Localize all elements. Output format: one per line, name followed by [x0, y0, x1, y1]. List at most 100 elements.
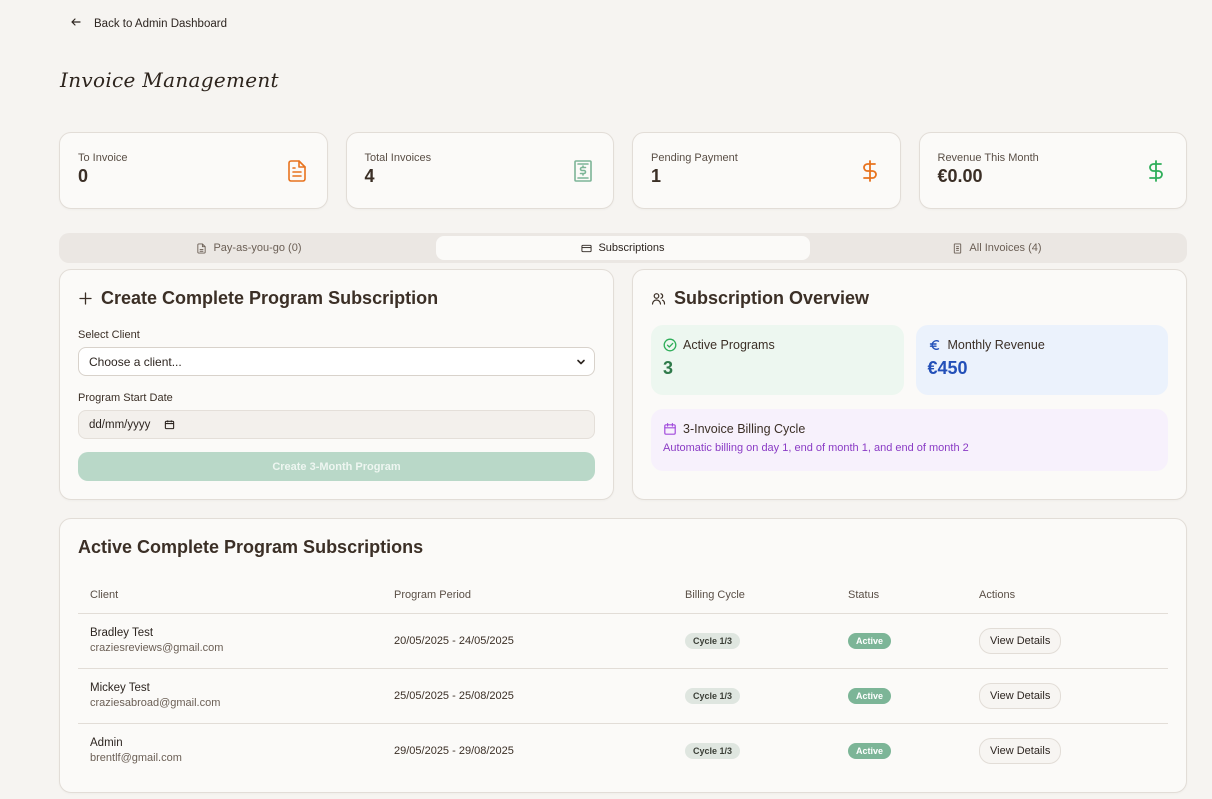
table-row: Bradley Test craziesreviews@gmail.com 20… [78, 613, 1168, 669]
column-header-actions: Actions [967, 578, 1168, 614]
tab-label: All Invoices (4) [969, 242, 1042, 254]
billing-cycle-cell: Cycle 1/3 [673, 723, 836, 778]
create-program-button[interactable]: Create 3-Month Program [78, 452, 595, 481]
active-programs-value: 3 [663, 358, 674, 378]
receipt-icon [954, 242, 962, 254]
table-row: Admin brentlf@gmail.com 29/05/2025 - 29/… [78, 723, 1168, 778]
page-title: Invoice Management [60, 68, 279, 92]
cycle-badge: Cycle 1/3 [685, 632, 741, 649]
dollar-icon [1149, 160, 1163, 182]
program-period: 29/05/2025 - 29/08/2025 [394, 744, 514, 757]
date-placeholder: dd/mm/yyyy [89, 418, 151, 431]
view-details-button[interactable]: View Details [979, 682, 1062, 709]
back-link-label: Back to Admin Dashboard [94, 17, 227, 30]
client-cell: Admin brentlf@gmail.com [78, 723, 382, 778]
billing-cycle-header: 3-Invoice Billing Cycle [663, 422, 1156, 436]
monthly-revenue-header: Monthly Revenue [928, 338, 1157, 352]
client-name: Mickey Test [90, 682, 150, 694]
active-programs-header: Active Programs [663, 338, 892, 352]
back-to-dashboard-link[interactable]: Back to Admin Dashboard [70, 16, 227, 31]
table-row: Mickey Test craziesabroad@gmail.com 25/0… [78, 668, 1168, 724]
overview-metrics: Active Programs 3 Monthly Revenue €450 [651, 325, 1168, 395]
stat-label: Pending Payment [651, 152, 738, 164]
client-name: Admin [90, 737, 123, 750]
stat-value: €0.00 [937, 166, 983, 186]
stat-value: 4 [364, 166, 375, 186]
stat-value: 1 [651, 166, 662, 186]
client-cell: Mickey Test craziesabroad@gmail.com [78, 668, 382, 724]
dollar-icon [862, 160, 877, 182]
client-select[interactable]: Choose a client... [78, 347, 595, 376]
tab-label: Subscriptions [598, 242, 665, 254]
cycle-badge: Cycle 1/3 [685, 687, 741, 704]
start-date-field-label: Program Start Date [78, 392, 173, 404]
client-cell: Bradley Test craziesreviews@gmail.com [78, 613, 382, 669]
stat-card-revenue-month: Revenue This Month €0.00 [918, 132, 1187, 209]
active-subscriptions-panel: Active Complete Program Subscriptions Cl… [59, 518, 1187, 793]
credit-card-icon [581, 244, 593, 252]
arrow-left-icon [70, 16, 82, 31]
actions-cell: View Details [967, 613, 1168, 669]
status-cell: Active [836, 613, 967, 669]
billing-cycle-card: 3-Invoice Billing Cycle Automatic billin… [651, 409, 1168, 471]
client-email: craziesreviews@gmail.com [90, 642, 224, 654]
monthly-revenue-card: Monthly Revenue €450 [915, 325, 1168, 395]
client-email: craziesabroad@gmail.com [90, 697, 221, 709]
billing-cycle-description: Automatic billing on day 1, end of month… [663, 442, 969, 454]
subscription-overview-panel: Subscription Overview Active Programs 3 … [632, 269, 1187, 500]
status-badge: Active [848, 742, 892, 759]
view-details-button[interactable]: View Details [979, 737, 1062, 764]
cycle-badge: Cycle 1/3 [685, 742, 741, 759]
status-cell: Active [836, 723, 967, 778]
client-email: brentlf@gmail.com [90, 752, 182, 765]
client-select-value: Choose a client... [89, 354, 182, 369]
subscriptions-table: Client Program Period Billing Cycle Stat… [78, 578, 1168, 778]
file-text-icon [287, 160, 306, 182]
column-header-client: Client [78, 578, 382, 614]
program-period: 20/05/2025 - 24/05/2025 [382, 613, 673, 669]
create-panel-title: Create Complete Program Subscription [78, 288, 595, 309]
view-details-button[interactable]: View Details [979, 627, 1062, 654]
tab-pay-as-you-go[interactable]: Pay-as-you-go (0) [62, 236, 436, 260]
tab-subscriptions[interactable]: Subscriptions [436, 236, 810, 260]
table-header-row: Client Program Period Billing Cycle Stat… [78, 578, 1168, 614]
overview-panel-title: Subscription Overview [651, 288, 1168, 309]
monthly-revenue-label: Monthly Revenue [947, 338, 1045, 352]
stat-label: Revenue This Month [937, 152, 1039, 164]
create-panel-title-text: Create Complete Program Subscription [101, 288, 439, 308]
column-header-billing-cycle: Billing Cycle [673, 578, 836, 614]
monthly-revenue-value: €450 [927, 358, 968, 378]
billing-cycle-cell: Cycle 1/3 [673, 613, 836, 669]
start-date-input[interactable]: dd/mm/yyyy [78, 410, 595, 439]
status-cell: Active [836, 668, 967, 724]
calendar-icon [664, 423, 676, 435]
stat-card-total-invoices: Total Invoices 4 [345, 132, 614, 209]
euro-icon [929, 340, 939, 350]
column-header-status: Status [836, 578, 967, 614]
chevron-down-icon [577, 359, 585, 364]
active-programs-card: Active Programs 3 [651, 325, 904, 395]
status-badge: Active [848, 687, 892, 704]
stat-value: 0 [78, 166, 89, 186]
program-period: 25/05/2025 - 25/08/2025 [382, 668, 673, 724]
billing-cycle-title: 3-Invoice Billing Cycle [683, 422, 806, 436]
client-field-label: Select Client [78, 329, 140, 341]
plus-icon [79, 292, 92, 305]
actions-cell: View Details [967, 723, 1168, 778]
tab-all-invoices[interactable]: All Invoices (4) [810, 236, 1184, 260]
calendar-icon[interactable] [164, 419, 175, 430]
billing-cycle-cell: Cycle 1/3 [673, 668, 836, 724]
overview-panel-title-text: Subscription Overview [674, 288, 870, 308]
active-programs-label: Active Programs [683, 338, 775, 352]
create-subscription-panel: Create Complete Program Subscription Sel… [59, 269, 614, 500]
subscriptions-table-title: Active Complete Program Subscriptions [78, 537, 424, 557]
status-badge: Active [848, 632, 892, 649]
client-name: Bradley Test [90, 627, 154, 639]
tab-label: Pay-as-you-go (0) [213, 242, 302, 254]
stat-label: Total Invoices [364, 152, 432, 164]
stat-card-to-invoice: To Invoice 0 [59, 132, 328, 209]
check-circle-icon [663, 338, 677, 352]
stat-label: To Invoice [78, 152, 128, 164]
stats-row: To Invoice 0 Total Invoices 4 Pending Pa… [59, 132, 1187, 209]
receipt-icon [574, 160, 592, 182]
